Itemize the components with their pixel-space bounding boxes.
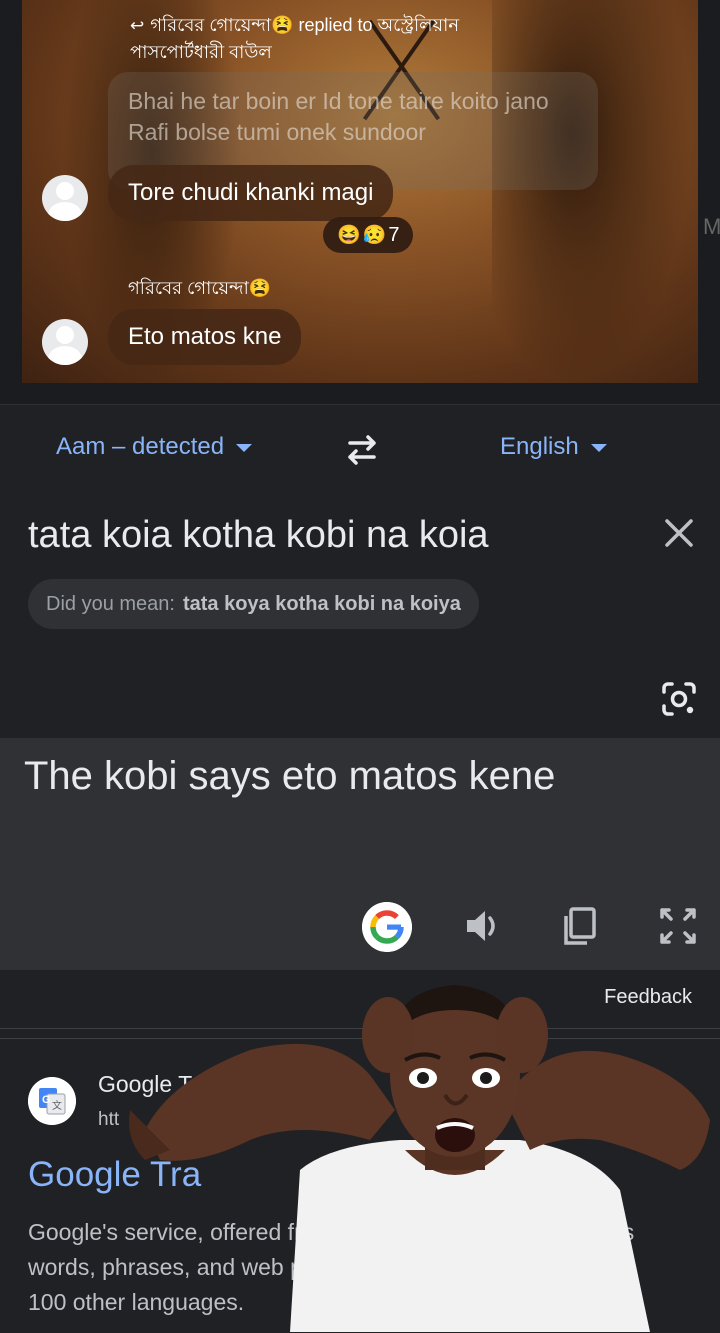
desc-line-3: 100 other languages. (28, 1289, 245, 1315)
speaker-icon[interactable] (461, 904, 505, 948)
source-text[interactable]: tata koia kotha kobi na koia (28, 514, 489, 557)
avatar[interactable] (42, 175, 88, 221)
google-g-icon[interactable] (362, 902, 412, 952)
chat-screenshot: M ↩ গরিবের গোয়েন্দা😫 replied to অস্ট্রেল… (0, 0, 720, 404)
source-language-label: Aam – detected (56, 433, 225, 460)
site-url: htt gle.com (98, 1109, 351, 1131)
message-bubble[interactable]: Eto matos kne (108, 309, 302, 365)
caret-down-icon (590, 443, 607, 452)
language-selector-row: Aam – detected English (0, 404, 720, 493)
target-language-dropdown[interactable]: English (500, 433, 607, 461)
swap-arrows-icon[interactable] (340, 429, 384, 469)
feedback-row: Feedback (0, 970, 720, 1029)
did-you-mean-chip[interactable]: Did you mean: tata koya kotha kobi na ko… (28, 579, 479, 629)
reply-arrow-icon: ↩ (130, 16, 145, 35)
translated-text[interactable]: The kobi says eto matos kene (24, 754, 555, 799)
result-title-link[interactable]: Google Tra (28, 1155, 201, 1195)
search-result-card: G 文 Google Transl htt gle.com Google Tra … (0, 1038, 720, 1333)
desc-line-1-start: Google's service, offered fre (28, 1219, 315, 1245)
copy-icon[interactable] (558, 904, 602, 948)
translation-output-area: The kobi says eto matos kene (0, 738, 720, 970)
svg-text:文: 文 (52, 1099, 62, 1112)
sender-name: গরিবের গোয়েন্দা😫 (128, 278, 272, 298)
camera-lens-icon[interactable] (660, 680, 698, 718)
reply-header-text: গরিবের গোয়েন্দা😫 replied to অস্ট্রেলিয়… (130, 15, 460, 62)
site-url-start: htt (98, 1109, 120, 1130)
reply-header: ↩ গরিবের গোয়েন্দা😫 replied to অস্ট্রেলিয… (130, 12, 550, 65)
desc-line-2-start: words, phrases, and web page (28, 1254, 342, 1280)
desc-line-1-end: translates (534, 1219, 635, 1245)
sad-emoji-icon: 😥 (362, 225, 387, 246)
target-language-label: English (500, 433, 579, 460)
svg-text:G: G (42, 1094, 51, 1106)
message-bubble[interactable]: Tore chudi khanki magi (108, 165, 394, 221)
result-description: Google's service, offered fre translates … (28, 1215, 688, 1320)
did-you-mean-label: Did you mean: (46, 592, 175, 615)
site-name: Google Transl (98, 1071, 242, 1097)
close-icon[interactable] (660, 514, 698, 552)
avatar[interactable] (42, 319, 88, 365)
quoted-message-text: Bhai he tar boin er Id tone taire koito … (128, 88, 549, 145)
did-you-mean-suggestion: tata koya kotha kobi na koiya (182, 592, 461, 615)
reactions-badge[interactable]: 😆 😥 7 (323, 217, 414, 253)
source-input-area[interactable]: tata koia kotha kobi na koia Did you mea… (0, 492, 720, 738)
reaction-count: 7 (388, 223, 400, 246)
laughing-emoji-icon: 😆 (337, 225, 361, 246)
source-language-dropdown[interactable]: Aam – detected (56, 433, 253, 461)
google-translate-favicon-icon: G 文 (28, 1077, 76, 1125)
feedback-link[interactable]: Feedback (604, 986, 692, 1009)
caret-down-icon (236, 443, 253, 452)
site-url-end: gle.com (284, 1109, 351, 1130)
fullscreen-icon[interactable] (656, 904, 700, 948)
desc-line-2-end: and over (531, 1254, 621, 1280)
edge-letter: M (703, 214, 720, 239)
